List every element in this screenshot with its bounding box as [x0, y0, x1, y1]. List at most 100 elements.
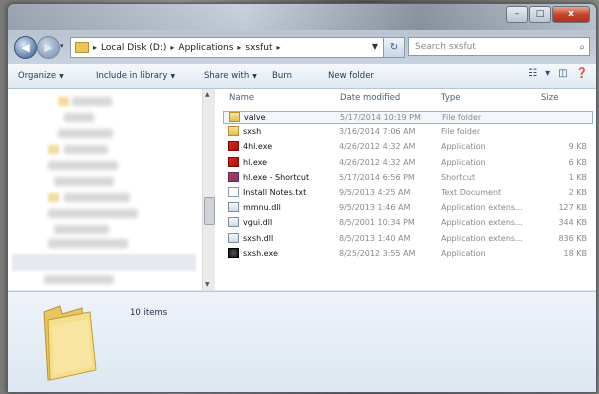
folder-icon [58, 97, 69, 106]
file-date-modified: 9/5/2013 4:25 AM [339, 188, 411, 197]
file-row[interactable]: sxsh.dll 8/5/2013 1:40 AM Application exte… [223, 232, 593, 245]
item-count: 10 items [130, 308, 168, 318]
column-header-type[interactable]: Type [441, 93, 461, 103]
back-button[interactable]: ◀ [14, 36, 37, 59]
burn-button[interactable]: Burn [272, 71, 292, 81]
nav-item-selected[interactable] [12, 254, 196, 271]
file-row[interactable]: valve 5/17/2014 10:19 PM File folder [223, 111, 593, 124]
file-name: valve [244, 113, 266, 122]
maximize-button[interactable]: □ [529, 6, 551, 23]
file-row[interactable]: sxsh.exe 8/25/2012 3:55 AM Application 18 K… [223, 247, 593, 260]
title-bar[interactable]: – □ x [8, 4, 596, 30]
file-row[interactable]: hl.exe - Shortcut 5/17/2014 6:56 PM Shortc… [223, 171, 593, 184]
scrollbar-thumb[interactable] [204, 197, 215, 225]
file-type: File folder [441, 127, 481, 137]
nav-item-blurred[interactable] [64, 113, 94, 122]
minimize-button[interactable]: – [506, 6, 528, 23]
file-date-modified: 8/5/2001 10:34 PM [339, 218, 415, 228]
file-type: Application [441, 157, 486, 167]
file-date-modified: 3/16/2014 7:06 AM [339, 127, 416, 137]
breadcrumb-separator[interactable]: ▸ [170, 43, 174, 52]
folder-icon [228, 126, 239, 137]
close-button[interactable]: x [552, 6, 590, 23]
caption-buttons: – □ x [505, 6, 590, 23]
file-type: Application [441, 142, 486, 152]
column-headers: ^ Name Date modified Type Size [215, 89, 596, 109]
file-type: File folder [442, 113, 482, 122]
nav-item-blurred[interactable] [44, 275, 114, 284]
file-name: vgui.dll [243, 218, 273, 228]
column-header-name[interactable]: Name [229, 93, 254, 103]
recent-pages-dropdown[interactable]: ▾ [60, 42, 64, 50]
breadcrumb-separator[interactable]: ▸ [93, 43, 97, 52]
file-name: hl.exe [243, 157, 268, 167]
address-bar[interactable]: ▸ Local Disk (D:) ▸ Applications ▸ sxsfu… [70, 37, 392, 58]
folder-large-icon [43, 305, 97, 381]
new-folder-button[interactable]: New folder [328, 71, 374, 81]
nav-item-blurred[interactable] [48, 209, 138, 218]
organize-button[interactable]: Organize ▼ [18, 71, 64, 81]
file-row[interactable]: sxsh 3/16/2014 7:06 AM File folder [223, 126, 593, 138]
file-size: 18 KB [563, 248, 587, 258]
nav-item-blurred[interactable] [54, 177, 114, 186]
file-size: 9 KB [568, 142, 587, 152]
dll-icon [228, 202, 239, 213]
file-row[interactable]: hl.exe 4/26/2012 4:32 AM Application 6 KB [223, 156, 593, 169]
scroll-down-icon[interactable]: ▼ [205, 281, 210, 288]
share-with-button[interactable]: Share with ▼ [204, 71, 257, 81]
folder-icon [75, 42, 89, 53]
nav-item-blurred[interactable] [48, 239, 128, 248]
file-date-modified: 5/17/2014 6:56 PM [339, 172, 415, 182]
file-date-modified: 8/5/2013 1:40 AM [339, 233, 411, 243]
file-name: sxsh.exe [243, 248, 278, 258]
forward-button[interactable]: ▶ [37, 36, 60, 59]
details-pane: 10 items [8, 291, 596, 392]
nav-item-blurred[interactable] [48, 161, 118, 170]
breadcrumb-separator[interactable]: ▸ [237, 43, 241, 52]
scroll-up-icon[interactable]: ▲ [205, 91, 210, 98]
view-options-chevron-icon[interactable]: ▾ [545, 68, 550, 79]
file-size: 127 KB [558, 203, 587, 213]
preview-pane-icon[interactable]: ◫ [558, 68, 567, 79]
nav-item-blurred[interactable] [54, 225, 109, 234]
file-row[interactable]: 4hl.exe 4/26/2012 4:32 AM Application 9 KB [223, 141, 593, 153]
file-size: 2 KB [568, 188, 587, 197]
change-view-icon[interactable]: ☷ [528, 68, 537, 79]
chevron-down-icon: ▼ [59, 73, 64, 80]
file-size: 344 KB [558, 218, 587, 228]
help-icon[interactable]: ❓ [576, 68, 588, 79]
file-type: Shortcut [441, 172, 476, 182]
chevron-down-icon: ▼ [252, 73, 257, 80]
file-name: mmnu.dll [243, 203, 281, 213]
file-row[interactable]: mmnu.dll 9/5/2013 1:46 AM Application exte… [223, 202, 593, 214]
search-input[interactable]: Search sxsfut ⌕ [408, 37, 590, 56]
file-size: 836 KB [558, 233, 587, 243]
navigation-pane[interactable] [8, 89, 202, 290]
file-name: 4hl.exe [243, 142, 273, 152]
breadcrumb-separator[interactable]: ▸ [277, 43, 281, 52]
file-size: 6 KB [568, 157, 587, 167]
navigation-scrollbar[interactable]: ▲ ▼ [202, 89, 215, 290]
file-row[interactable]: vgui.dll 8/5/2001 10:34 PM Application ext… [223, 217, 593, 229]
breadcrumb-sxsfut[interactable]: sxsfut [245, 43, 272, 53]
folder-icon [229, 112, 240, 122]
breadcrumb-local-disk[interactable]: Local Disk (D:) [101, 43, 166, 53]
include-in-library-button[interactable]: Include in library ▼ [96, 71, 175, 81]
command-bar: Organize ▼ Include in library ▼ Share with… [8, 64, 596, 89]
refresh-button[interactable]: ↻ [383, 37, 405, 58]
column-header-size[interactable]: Size [541, 93, 558, 103]
nav-item-blurred[interactable] [64, 193, 130, 202]
file-row[interactable]: Install Notes.txt 9/5/2013 4:25 AM Text Do… [223, 187, 593, 199]
breadcrumb-applications[interactable]: Applications [178, 43, 233, 53]
steam-icon [228, 247, 239, 258]
file-type: Application extens... [441, 233, 523, 243]
file-name: sxsh.dll [243, 233, 274, 243]
file-name: sxsh [243, 127, 262, 137]
column-header-date-modified[interactable]: Date modified [340, 93, 400, 103]
address-dropdown-button[interactable]: ▼ [368, 37, 382, 56]
search-icon[interactable]: ⌕ [579, 38, 585, 57]
search-placeholder: Search sxsfut [415, 42, 476, 52]
nav-item-blurred[interactable] [72, 97, 112, 106]
nav-item-blurred[interactable] [58, 129, 113, 138]
nav-item-blurred[interactable] [64, 145, 108, 154]
